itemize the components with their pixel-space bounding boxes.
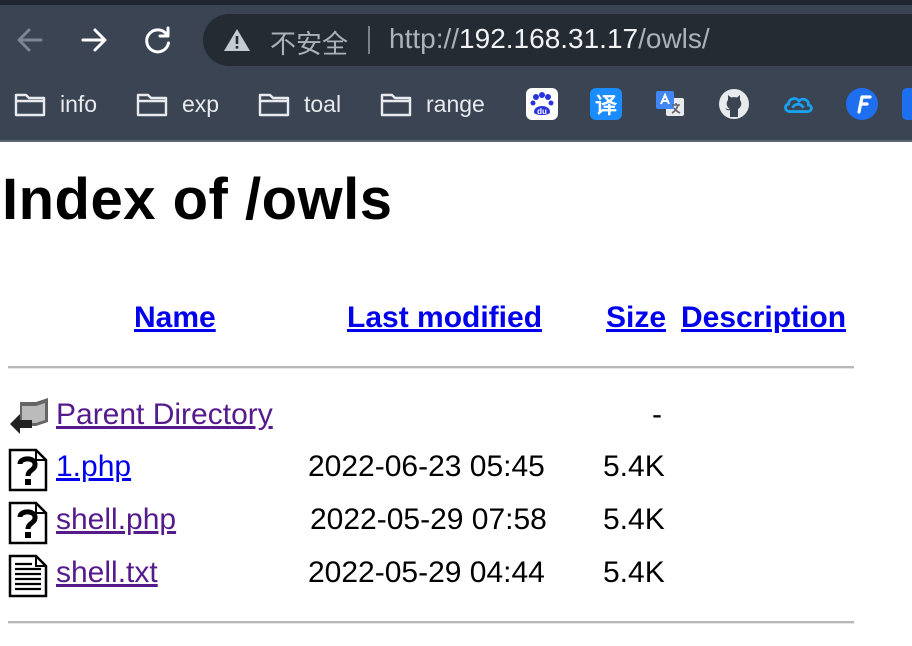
unknown-file-icon bbox=[8, 501, 48, 545]
security-status-label[interactable]: 不安全 bbox=[270, 24, 348, 61]
folder-icon bbox=[380, 93, 412, 117]
url-scheme: http:// bbox=[389, 23, 460, 54]
file-date: 2022-06-23 05:45 bbox=[308, 450, 545, 483]
bookmark-overflow[interactable] bbox=[902, 88, 912, 120]
table-row: Parent Directory - bbox=[0, 394, 912, 444]
folder-icon bbox=[136, 93, 168, 117]
url-path: /owls/ bbox=[638, 23, 710, 54]
unknown-file-icon bbox=[8, 448, 48, 492]
bookmark-label: info bbox=[60, 90, 98, 117]
folder-icon bbox=[14, 93, 46, 117]
bookmark-baidu[interactable]: du bbox=[526, 88, 558, 120]
column-header-last-modified[interactable]: Last modified bbox=[347, 301, 542, 335]
bookmark-label: exp bbox=[182, 90, 220, 117]
tab-strip-edge bbox=[0, 0, 912, 5]
translate-icon: 译 bbox=[594, 93, 617, 118]
file-link-shell-txt[interactable]: shell.txt bbox=[56, 556, 158, 590]
address-bar[interactable]: 不安全 http://192.168.31.17/owls/ bbox=[203, 14, 912, 66]
column-header-description[interactable]: Description bbox=[681, 301, 846, 335]
table-row: shell.php 2022-05-29 07:58 5.4K bbox=[0, 499, 912, 549]
bookmark-folder-info[interactable]: info bbox=[14, 80, 97, 128]
baidu-icon-text: du bbox=[537, 107, 547, 116]
bookmark-folder-range[interactable]: range bbox=[380, 80, 485, 128]
bookmark-folder-toal[interactable]: toal bbox=[258, 80, 341, 128]
warning-icon[interactable] bbox=[223, 27, 251, 53]
browser-chrome: 不安全 http://192.168.31.17/owls/ info exp … bbox=[0, 0, 912, 142]
bookmark-f-app[interactable] bbox=[846, 88, 878, 120]
file-link-shell-php[interactable]: shell.php bbox=[56, 503, 176, 537]
bookmarks-bar: info exp toal range du 译 bbox=[0, 80, 912, 130]
bookmark-label: range bbox=[426, 90, 485, 117]
column-header-name[interactable]: Name bbox=[134, 301, 216, 335]
reload-icon bbox=[145, 26, 170, 54]
arrow-right-icon bbox=[81, 28, 107, 52]
url-text[interactable]: http://192.168.31.17/owls/ bbox=[389, 23, 710, 55]
column-header-size[interactable]: Size bbox=[606, 301, 666, 335]
file-size: 5.4K bbox=[603, 503, 665, 536]
file-link-1-php[interactable]: 1.php bbox=[56, 450, 131, 484]
f-app-icon bbox=[857, 95, 872, 114]
forward-button[interactable] bbox=[74, 20, 114, 60]
address-bar-divider bbox=[368, 26, 370, 54]
divider-top bbox=[8, 366, 854, 369]
bookmark-folder-exp[interactable]: exp bbox=[136, 80, 219, 128]
arrow-left-icon bbox=[17, 28, 43, 52]
back-folder-icon bbox=[10, 398, 48, 434]
file-link-parent-directory[interactable]: Parent Directory bbox=[56, 398, 273, 432]
divider-bottom bbox=[8, 621, 854, 624]
bookmark-translate[interactable]: 译 bbox=[590, 88, 622, 120]
text-file-icon bbox=[8, 554, 48, 598]
file-size: 5.4K bbox=[603, 556, 665, 589]
bookmark-google-translate[interactable] bbox=[654, 88, 686, 120]
back-button[interactable] bbox=[10, 20, 50, 60]
page-title: Index of /owls bbox=[2, 167, 393, 232]
google-translate-icon bbox=[656, 91, 684, 116]
bookmark-cloud[interactable] bbox=[782, 88, 814, 120]
bookmark-github[interactable] bbox=[718, 88, 750, 120]
github-icon bbox=[719, 89, 749, 119]
bookmark-label: toal bbox=[304, 90, 342, 117]
file-date: 2022-05-29 07:58 bbox=[310, 503, 547, 536]
cloud-icon bbox=[784, 97, 813, 113]
folder-icon bbox=[258, 93, 290, 117]
table-row: shell.txt 2022-05-29 04:44 5.4K bbox=[0, 552, 912, 602]
file-date: 2022-05-29 04:44 bbox=[308, 556, 545, 589]
file-size: 5.4K bbox=[603, 450, 665, 483]
file-size: - bbox=[652, 398, 662, 431]
baidu-icon: du bbox=[530, 92, 554, 116]
reload-button[interactable] bbox=[138, 20, 178, 60]
url-host: 192.168.31.17 bbox=[459, 23, 639, 54]
table-row: 1.php 2022-06-23 05:45 5.4K bbox=[0, 446, 912, 496]
